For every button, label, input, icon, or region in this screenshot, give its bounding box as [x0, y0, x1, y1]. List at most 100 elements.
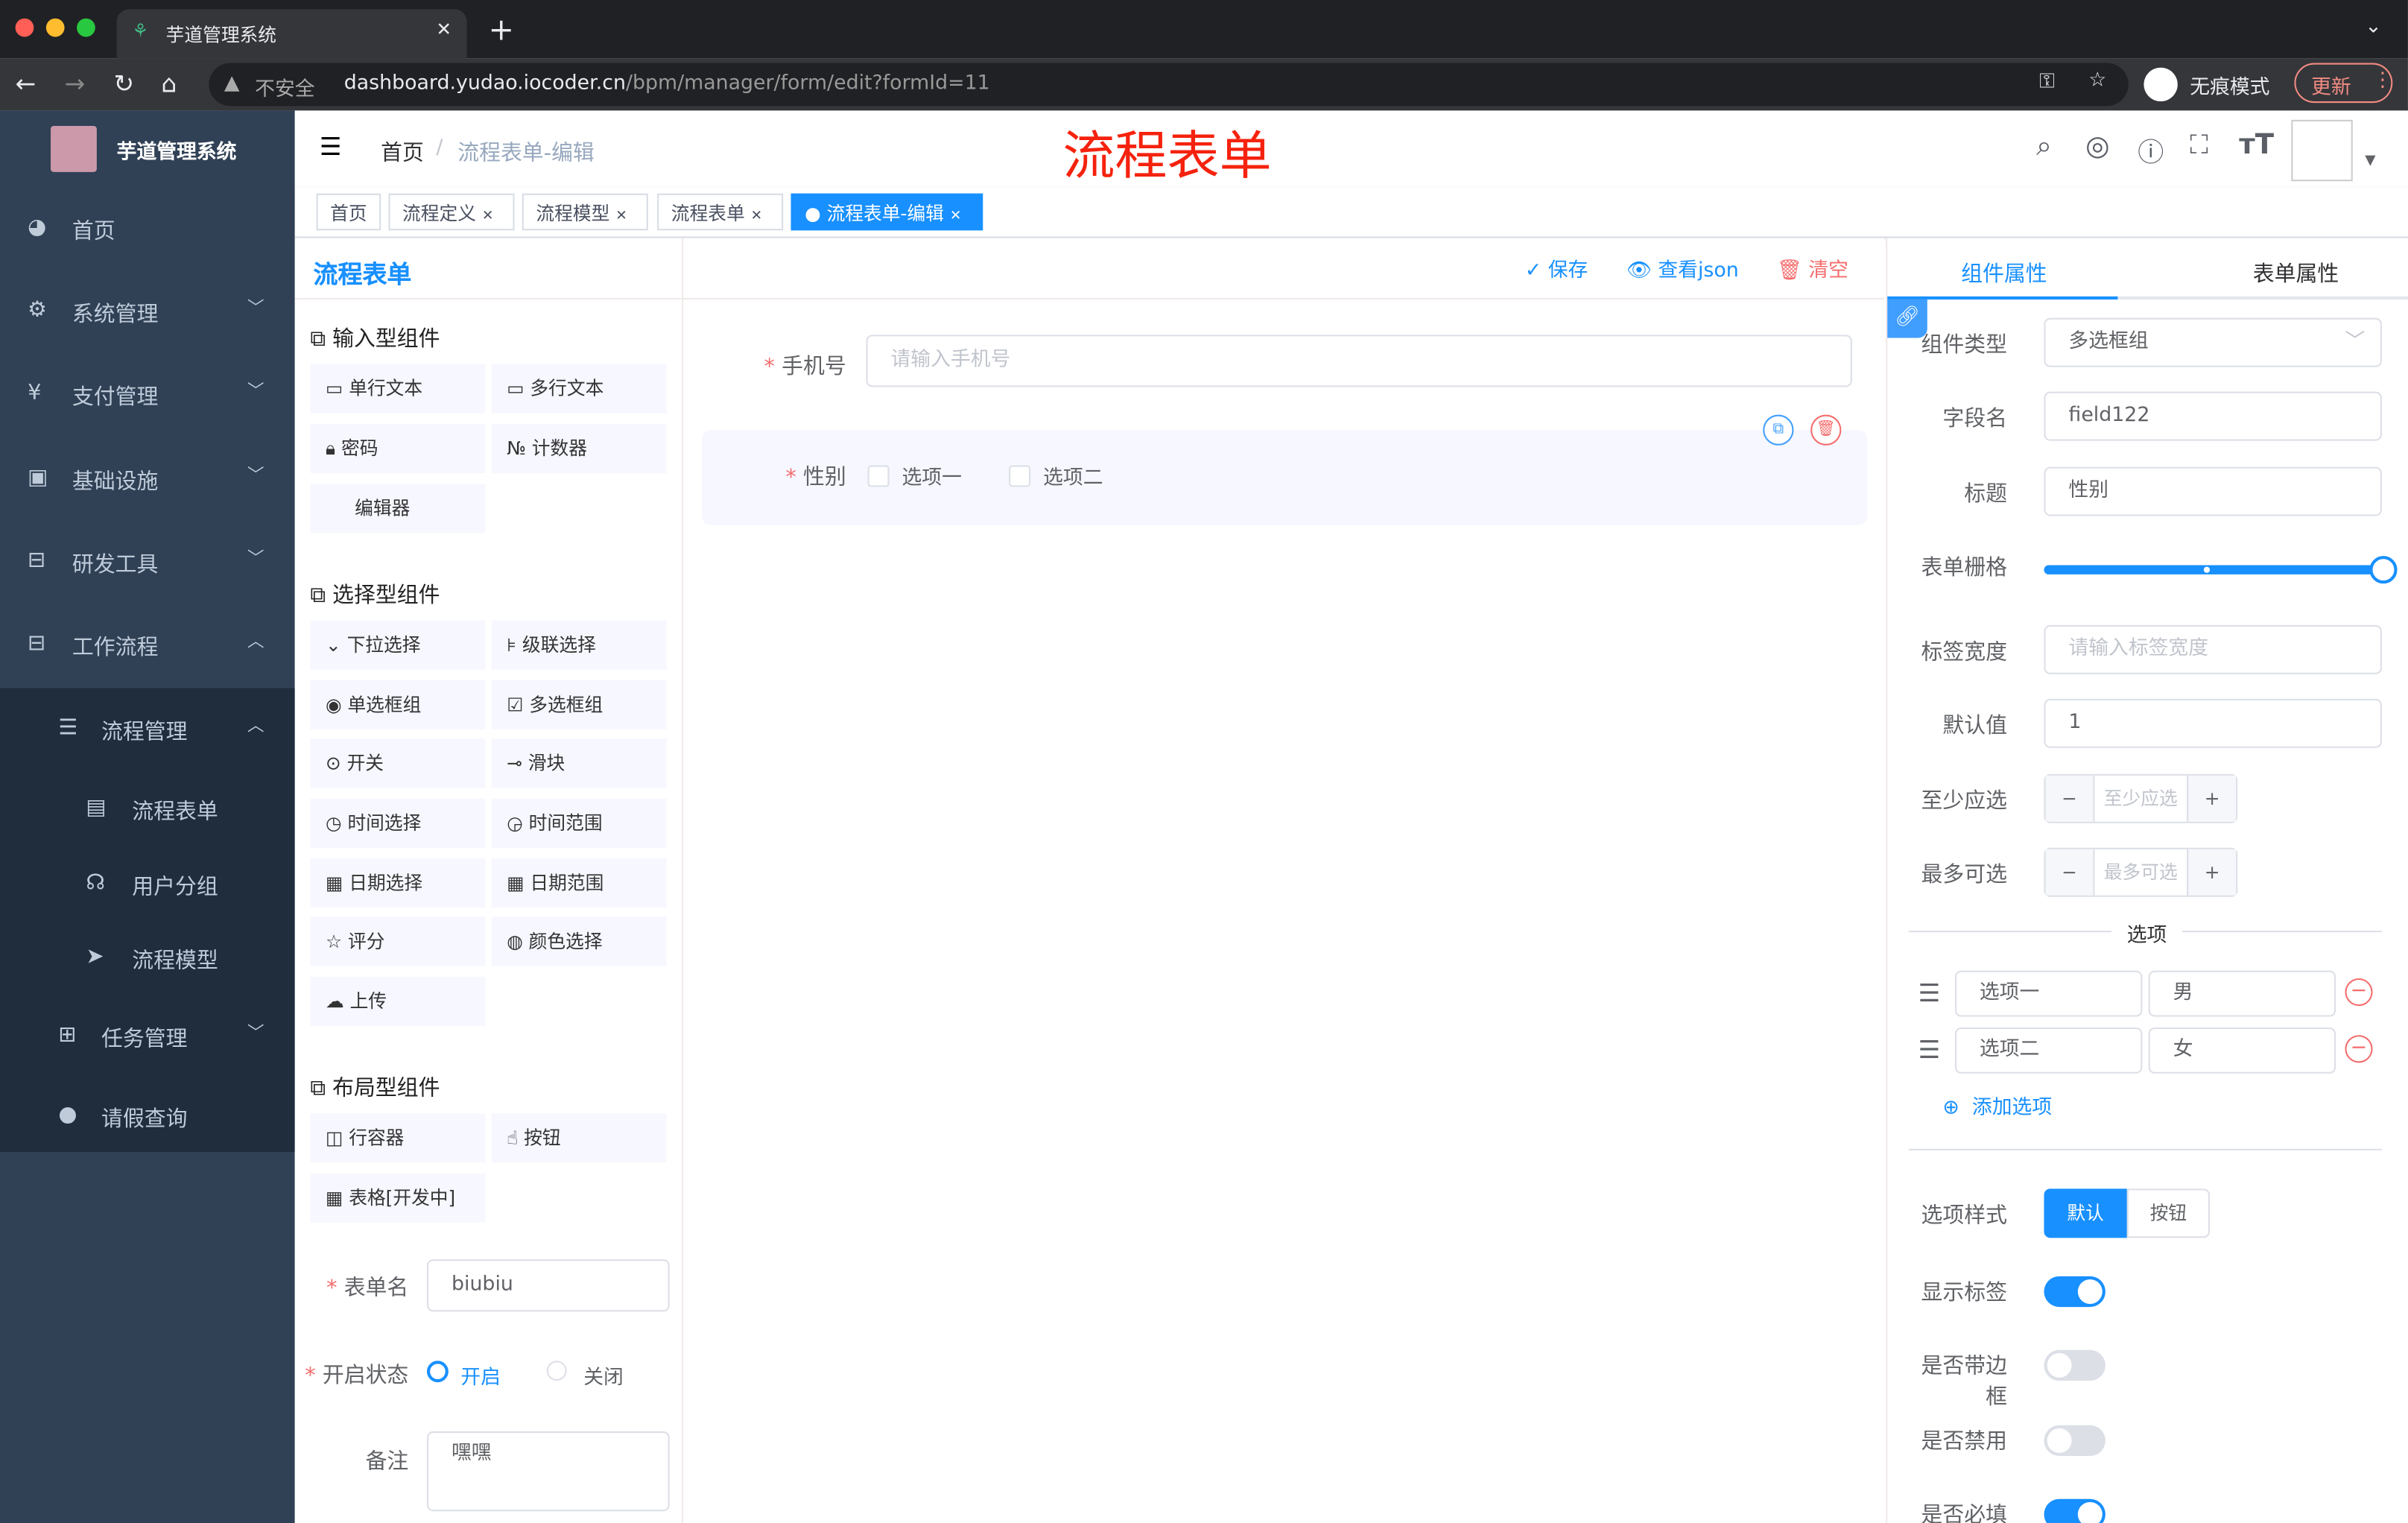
- bookmark-star-icon[interactable]: ☆: [2088, 69, 2106, 92]
- search-icon[interactable]: ⌕: [2036, 130, 2052, 162]
- reload-icon[interactable]: ↻: [114, 69, 135, 98]
- avatar[interactable]: [2291, 119, 2353, 182]
- component-input[interactable]: ▭ 单行文本: [310, 364, 486, 414]
- delete-icon[interactable]: 🗑︎: [1810, 414, 1842, 446]
- option-label-input[interactable]: 选项二: [1954, 1027, 2143, 1074]
- sidebar-item-process-model[interactable]: ➤ 流程模型: [0, 917, 295, 1000]
- status-off-label[interactable]: 关闭: [583, 1361, 624, 1390]
- component-table[interactable]: ▦ 表格[开发中]: [310, 1173, 486, 1223]
- style-default-button[interactable]: 默认: [2044, 1188, 2127, 1238]
- component-button[interactable]: ☝ 按钮: [491, 1113, 667, 1163]
- required-switch[interactable]: [2044, 1498, 2106, 1523]
- caret-down-icon[interactable]: ▼: [2365, 153, 2375, 169]
- tag-process-form[interactable]: 流程表单 ✕: [657, 193, 784, 231]
- sidebar-item-devtools[interactable]: ⊟ 研发工具 ﹀: [0, 521, 295, 604]
- component-upload[interactable]: ☁ 上传: [310, 976, 486, 1026]
- component-color[interactable]: ◍ 颜色选择: [491, 916, 667, 966]
- hamburger-icon[interactable]: ☰: [320, 132, 342, 161]
- title-input[interactable]: 性别: [2044, 466, 2382, 516]
- phone-input[interactable]: 请输入手机号: [866, 335, 1852, 387]
- font-size-icon[interactable]: тT: [2239, 129, 2274, 161]
- option1-checkbox[interactable]: 选项一: [867, 460, 962, 490]
- option-value-input[interactable]: 男: [2148, 970, 2336, 1017]
- grid-slider-thumb[interactable]: [2369, 556, 2398, 584]
- tag-home[interactable]: 首页: [316, 193, 381, 231]
- minimize-window-button[interactable]: [45, 18, 65, 37]
- sidebar-item-system[interactable]: ⚙ 系统管理 ﹀: [0, 270, 295, 353]
- back-icon[interactable]: ←: [16, 69, 37, 98]
- remove-option-icon[interactable]: −: [2345, 978, 2373, 1007]
- sidebar-item-user-group[interactable]: ☊ 用户分组: [0, 843, 295, 926]
- key-icon[interactable]: ⚿: [2039, 71, 2054, 94]
- drag-handle-icon[interactable]: ☰: [1918, 978, 1940, 1007]
- component-checkbox[interactable]: ☑ 多选框组: [491, 680, 667, 730]
- sidebar-item-process-mgmt[interactable]: ☰ 流程管理 ︿: [0, 688, 295, 770]
- component-cascader[interactable]: ⊧ 级联选择: [491, 620, 667, 670]
- address-bar[interactable]: ▲ 不安全 dashboard.yudao.iocoder.cn/bpm/man…: [209, 63, 2129, 107]
- help-icon[interactable]: ⓘ: [2138, 130, 2164, 169]
- component-rate[interactable]: ☆ 评分: [310, 916, 486, 966]
- sidebar-item-task-mgmt[interactable]: ⊞ 任务管理 ﹀: [0, 995, 295, 1078]
- remove-option-icon[interactable]: −: [2345, 1035, 2373, 1063]
- sidebar-item-infra[interactable]: ▣ 基础设施 ﹀: [0, 437, 295, 520]
- component-slider[interactable]: ⊸ 滑块: [491, 738, 667, 788]
- option-label-input[interactable]: 选项一: [1954, 970, 2143, 1017]
- component-switch[interactable]: ⊙ 开关: [310, 738, 486, 788]
- form-name-input[interactable]: biubiu: [427, 1259, 670, 1312]
- component-select[interactable]: ⌄ 下拉选择: [310, 620, 486, 670]
- tab-list-icon[interactable]: ⌄: [2365, 16, 2381, 39]
- disabled-switch[interactable]: [2044, 1425, 2106, 1457]
- component-number[interactable]: № 计数器: [491, 423, 667, 473]
- tab-form-props[interactable]: 表单属性: [2253, 258, 2339, 288]
- update-button[interactable]: 更新 ⋮: [2294, 63, 2393, 104]
- close-tab-icon[interactable]: ✕: [436, 19, 452, 40]
- type-select[interactable]: 多选框组 ﹀: [2044, 317, 2382, 367]
- view-json-button[interactable]: 👁︎ 查看json: [1626, 253, 1739, 282]
- copy-icon[interactable]: ⧉: [1763, 414, 1794, 446]
- active-form-item[interactable]: * 性别 选项一 选项二: [701, 430, 1868, 525]
- component-radio[interactable]: ◉ 单选框组: [310, 680, 486, 730]
- max-stepper[interactable]: − 最多可选 +: [2044, 847, 2238, 897]
- remark-textarea[interactable]: 嘿嘿: [427, 1431, 670, 1512]
- fullscreen-icon[interactable]: ⛶: [2190, 130, 2208, 161]
- breadcrumb-home[interactable]: 首页: [381, 136, 424, 167]
- github-icon[interactable]: ◎: [2085, 130, 2109, 162]
- maximize-window-button[interactable]: [77, 18, 95, 37]
- component-time[interactable]: ◷ 时间选择: [310, 798, 486, 848]
- tag-process-form-edit[interactable]: ● 流程表单-编辑 ✕: [790, 193, 983, 231]
- sidebar-item-home[interactable]: ◕ 首页: [0, 187, 295, 270]
- grid-slider[interactable]: [2044, 556, 2398, 584]
- style-button-button[interactable]: 按钮: [2126, 1188, 2211, 1238]
- show-label-switch[interactable]: [2044, 1276, 2106, 1308]
- new-tab-icon[interactable]: +: [488, 10, 514, 47]
- default-input[interactable]: 1: [2044, 698, 2382, 748]
- component-date-range[interactable]: ▦ 日期范围: [491, 858, 667, 908]
- close-window-button[interactable]: [15, 18, 34, 37]
- option2-checkbox[interactable]: 选项二: [1009, 460, 1103, 490]
- tag-process-model[interactable]: 流程模型 ✕: [522, 193, 648, 231]
- sidebar-item-leave[interactable]: ● 请假查询: [0, 1075, 295, 1158]
- sidebar-item-workflow[interactable]: ⊟ 工作流程 ︿: [0, 604, 295, 686]
- component-password[interactable]: 🔒︎ 密码: [310, 423, 486, 473]
- component-time-range[interactable]: ◶ 时间范围: [491, 798, 667, 848]
- status-on-label[interactable]: 开启: [460, 1361, 501, 1390]
- border-switch[interactable]: [2044, 1349, 2106, 1381]
- home-icon[interactable]: ⌂: [161, 69, 177, 98]
- min-stepper[interactable]: − 至少应选 +: [2044, 773, 2238, 823]
- tag-process-definition[interactable]: 流程定义 ✕: [388, 193, 515, 231]
- forward-icon[interactable]: →: [65, 69, 86, 98]
- drag-handle-icon[interactable]: ☰: [1918, 1035, 1940, 1064]
- tab-component-props[interactable]: 组件属性: [1961, 258, 2047, 288]
- option-value-input[interactable]: 女: [2148, 1027, 2336, 1074]
- sidebar-item-process-form[interactable]: ▤ 流程表单: [0, 768, 295, 851]
- component-editor[interactable]: 编辑器: [310, 484, 486, 533]
- add-option-button[interactable]: ⊕ 添加选项: [1942, 1090, 2052, 1120]
- save-button[interactable]: ✓ 保存: [1525, 253, 1588, 282]
- component-row[interactable]: ◫ 行容器: [310, 1113, 486, 1163]
- label-width-input[interactable]: 请输入标签宽度: [2044, 624, 2382, 674]
- component-date[interactable]: ▦ 日期选择: [310, 858, 486, 908]
- field-input[interactable]: field122: [2044, 391, 2382, 441]
- sidebar-item-pay[interactable]: ¥ 支付管理 ﹀: [0, 353, 295, 436]
- browser-tab[interactable]: ⚘ 芋道管理系统 ✕: [116, 9, 467, 59]
- component-textarea[interactable]: ▭ 多行文本: [491, 364, 667, 414]
